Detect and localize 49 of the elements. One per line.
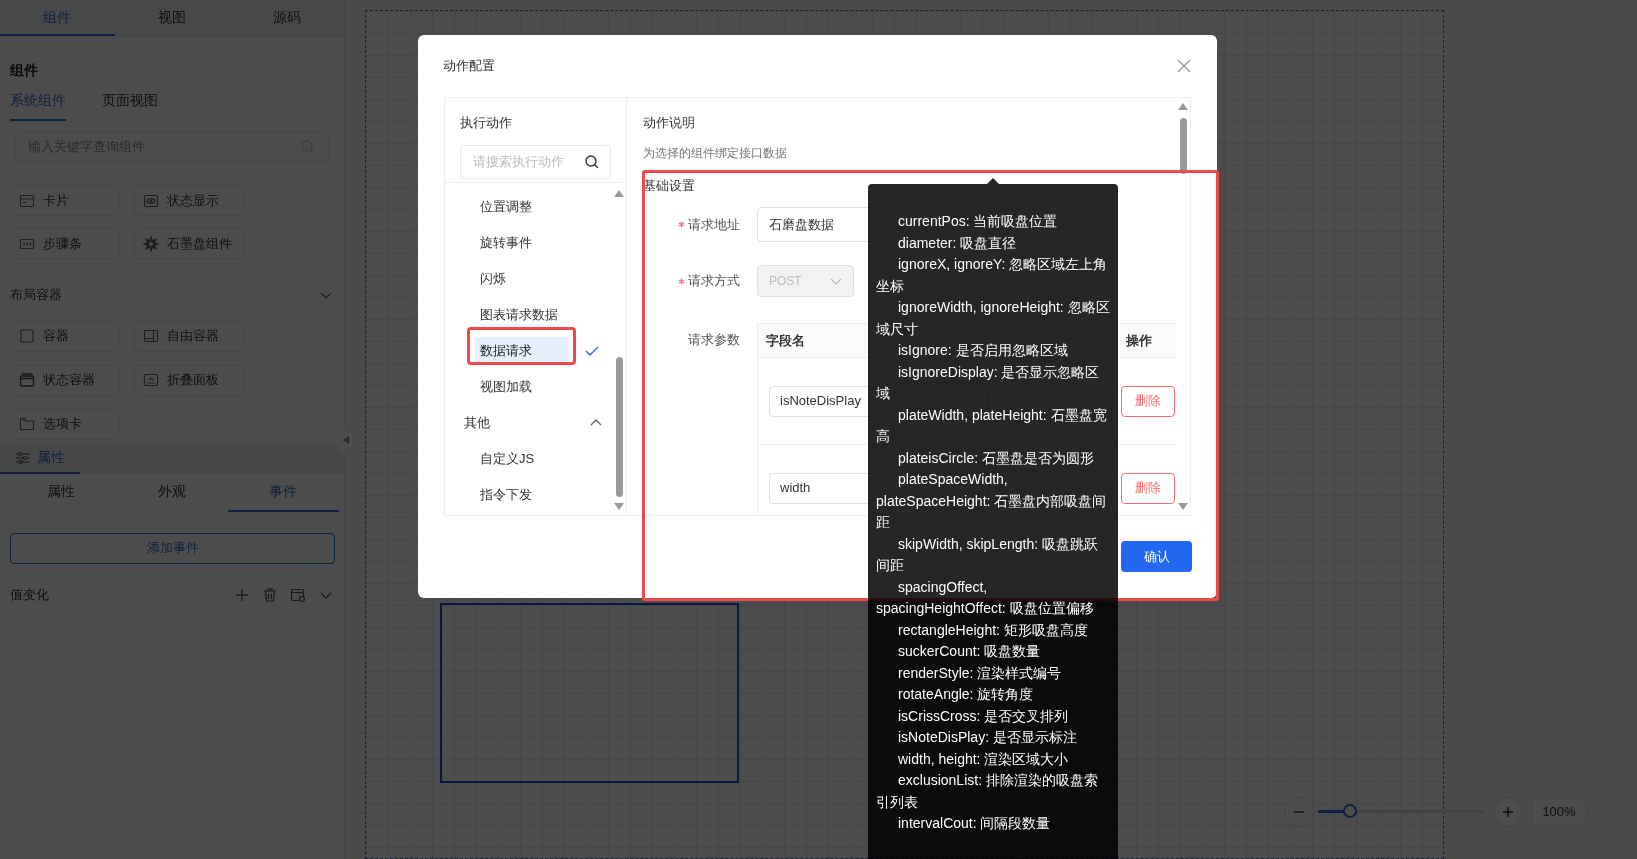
- tooltip-line: rotateAngle: 旋转角度: [897, 685, 1035, 704]
- column-header: 操作: [1126, 331, 1152, 350]
- form-label: 请求地址: [688, 215, 740, 234]
- search-icon: [584, 154, 600, 170]
- tooltip-pointer: [987, 178, 999, 184]
- delete-button[interactable]: 删除: [1121, 472, 1175, 504]
- tooltip-line: diameter: 吸盘直径: [897, 233, 1018, 253]
- confirm-button[interactable]: 确认: [1121, 541, 1192, 572]
- panel-heading: 组件: [9, 61, 39, 80]
- scroll-up-icon: [614, 189, 624, 197]
- search-field[interactable]: 请搜索执行动作: [460, 145, 611, 179]
- dialog-title: 动作配置: [443, 57, 495, 76]
- required-mark-icon: [678, 277, 685, 285]
- tooltip-line: width, height: 渲染区域大小: [897, 749, 1070, 769]
- action-item[interactable]: 图表请求数据: [475, 301, 569, 329]
- action-item[interactable]: 视图加载: [475, 373, 569, 401]
- action-item[interactable]: 自定义JS: [475, 445, 569, 473]
- action-item[interactable]: 闪烁: [475, 265, 569, 293]
- tooltip-line: renderStyle: 渲染样式编号: [897, 663, 1063, 683]
- scrollbar-thumb[interactable]: [615, 357, 623, 497]
- tooltip-line: currentPos: 当前吸盘位置: [897, 212, 1059, 231]
- action-item[interactable]: 指令下发: [475, 481, 569, 509]
- scroll-down-icon: [614, 503, 624, 511]
- tooltip-line: isIgnore: 是否启用忽略区域: [897, 341, 1069, 360]
- close-icon[interactable]: [1176, 58, 1192, 74]
- event-name: 值变化: [10, 586, 49, 605]
- tooltip-line: intervalCout: 间隔段数量: [897, 814, 1052, 833]
- section-title: 布局容器: [10, 286, 62, 304]
- action-item[interactable]: 旋转事件: [475, 229, 569, 257]
- column-header: 字段名: [766, 331, 805, 350]
- tooltip-line: isCrissCross: 是否交叉排列: [897, 706, 1070, 726]
- scroll-down-icon: [1178, 503, 1188, 511]
- section-title: 动作说明: [643, 114, 695, 132]
- action-item[interactable]: 位置调整: [475, 193, 569, 221]
- tooltip-line: plateisCircle: 石墨盘是否为圆形: [897, 448, 1096, 468]
- required-mark-icon: [678, 221, 685, 228]
- tooltip-line: suckerCount: 吸盘数量: [897, 642, 1042, 661]
- column-title: 执行动作: [460, 114, 513, 132]
- group-title[interactable]: 其他: [464, 413, 490, 433]
- form-label: 请求方式: [688, 272, 740, 291]
- action-item[interactable]: 数据请求: [475, 337, 569, 365]
- search-placeholder: 请搜索执行动作: [473, 153, 564, 172]
- section-title: 基础设置: [643, 177, 695, 195]
- tooltip-line: isNoteDisPlay: 是否显示标注: [897, 728, 1078, 747]
- form-label: 请求参数: [688, 331, 740, 350]
- scroll-up-icon: [1178, 102, 1188, 110]
- tooltip-line: rectangleHeight: 矩形吸盘高度: [897, 620, 1089, 640]
- description-text: 为选择的组件绑定接口数据: [643, 145, 787, 162]
- delete-button[interactable]: 删除: [1121, 385, 1175, 417]
